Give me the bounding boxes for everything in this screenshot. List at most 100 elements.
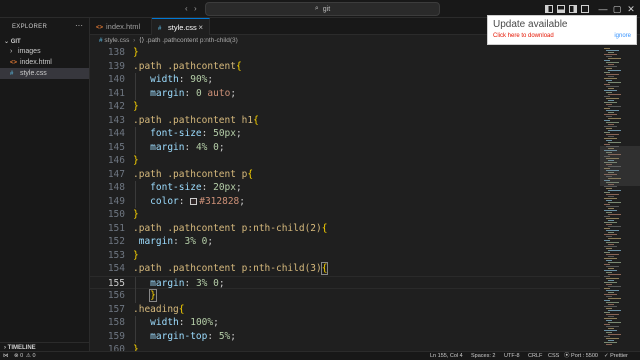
- code-line[interactable]: 157 .heading{: [90, 303, 600, 317]
- code-line[interactable]: 149 color: #312828;: [90, 194, 600, 209]
- code-token: 3% 0: [195, 277, 219, 289]
- code-line[interactable]: 145 margin: 4% 0;: [90, 140, 600, 155]
- command-center-search[interactable]: ⌕ git: [205, 2, 440, 16]
- encoding[interactable]: UTF-8: [504, 352, 520, 360]
- minimap-line: [608, 340, 614, 341]
- download-link[interactable]: Click here to download: [493, 33, 554, 39]
- maximize-icon[interactable]: ▢: [611, 2, 623, 16]
- line-number[interactable]: 152: [90, 235, 125, 249]
- line-number[interactable]: 146: [90, 154, 125, 168]
- minimap-line: [608, 82, 621, 83]
- toggle-sidebar-icon[interactable]: [545, 5, 553, 13]
- code-line[interactable]: 140 width: 90%;: [90, 73, 600, 87]
- minimap-line: [604, 84, 610, 85]
- toggle-secondary-sidebar-icon[interactable]: [569, 5, 577, 13]
- breadcrumb-symbol[interactable]: .path .pathcontent p:nth-child(3): [146, 37, 238, 44]
- minimize-icon[interactable]: —: [597, 2, 609, 16]
- line-number[interactable]: 149: [90, 195, 125, 209]
- tab-index-html[interactable]: <> index.html: [90, 18, 152, 35]
- line-number[interactable]: 159: [90, 330, 125, 344]
- code-line[interactable]: 154 .path .pathcontent p:nth-child(3){: [90, 262, 600, 276]
- customize-layout-icon[interactable]: [581, 5, 589, 13]
- code-line[interactable]: 152 margin: 3% 0;: [90, 235, 600, 249]
- forward-arrow-icon[interactable]: ›: [194, 4, 204, 14]
- line-number[interactable]: 154: [90, 262, 125, 276]
- code-line[interactable]: 156 }: [90, 289, 600, 303]
- minimap-line: [606, 260, 612, 261]
- code-line[interactable]: 150}: [90, 208, 600, 222]
- minimap-line: [608, 256, 614, 257]
- code-line[interactable]: 138}: [90, 46, 600, 60]
- code-line[interactable]: 155 margin: 3% 0;: [90, 275, 600, 291]
- code-line[interactable]: 139 .path .pathcontent{: [90, 60, 600, 74]
- line-number[interactable]: 144: [90, 127, 125, 141]
- minimap-line: [608, 190, 621, 191]
- code-line[interactable]: 142}: [90, 100, 600, 114]
- prettier-status[interactable]: ✓ Prettier: [604, 352, 628, 360]
- line-number[interactable]: 158: [90, 316, 125, 330]
- toggle-panel-icon[interactable]: [557, 5, 565, 13]
- line-number[interactable]: 140: [90, 73, 125, 87]
- code-line[interactable]: 144 font-size: 50px;: [90, 127, 600, 141]
- close-window-icon[interactable]: ✕: [625, 2, 637, 16]
- minimap[interactable]: [600, 46, 640, 351]
- line-number[interactable]: 147: [90, 168, 125, 182]
- code-text: width: 100%;: [133, 316, 219, 330]
- tree-item-style-css[interactable]: # style.css: [0, 68, 89, 79]
- end-of-line[interactable]: CRLF: [528, 352, 542, 360]
- code-line[interactable]: 160}: [90, 343, 600, 351]
- code-line[interactable]: 147 .path .pathcontent p{: [90, 168, 600, 182]
- code-token: 3% 0: [184, 236, 208, 247]
- workspace-folder-header[interactable]: ⌄ GIT: [4, 38, 21, 45]
- code-line[interactable]: 158 width: 100%;: [90, 316, 600, 330]
- minimap-line: [608, 304, 614, 305]
- line-number[interactable]: 138: [90, 46, 125, 60]
- minimap-slider[interactable]: [600, 146, 640, 186]
- tree-item-images[interactable]: › images: [0, 46, 89, 57]
- breadcrumb-file[interactable]: style.css: [104, 37, 129, 44]
- minimap-line: [608, 220, 614, 221]
- line-number[interactable]: 157: [90, 303, 125, 317]
- minimap-line: [604, 216, 610, 217]
- errors-count[interactable]: ⊗ 0: [14, 352, 23, 360]
- minimap-line: [606, 338, 619, 339]
- minimap-line: [606, 344, 612, 345]
- line-number[interactable]: 141: [90, 87, 125, 101]
- minimap-line: [604, 120, 610, 121]
- line-number[interactable]: 142: [90, 100, 125, 114]
- line-number[interactable]: 151: [90, 222, 125, 236]
- cursor-position[interactable]: Ln 155, Col 4: [430, 352, 463, 360]
- ignore-button[interactable]: ignore: [614, 33, 631, 39]
- close-tab-icon[interactable]: ×: [198, 19, 203, 36]
- line-number[interactable]: 153: [90, 249, 125, 263]
- code-line[interactable]: 148 font-size: 20px;: [90, 181, 600, 195]
- live-server-port[interactable]: ⦿ Port : 5500: [564, 352, 598, 360]
- line-number[interactable]: 148: [90, 181, 125, 195]
- code-line[interactable]: 153}: [90, 249, 600, 263]
- tree-item-index-html[interactable]: <> index.html: [0, 57, 89, 68]
- color-swatch[interactable]: [190, 197, 198, 205]
- more-actions-icon[interactable]: ···: [75, 21, 83, 30]
- minimap-line: [608, 100, 614, 101]
- minimap-line: [604, 240, 610, 241]
- line-number[interactable]: 150: [90, 208, 125, 222]
- line-number[interactable]: 160: [90, 343, 125, 351]
- code-editor[interactable]: 138} 139 .path .pathcontent{140 width: 90%…: [90, 46, 600, 351]
- code-line[interactable]: 143 .path .pathcontent h1{: [90, 114, 600, 128]
- line-number[interactable]: 156: [90, 289, 125, 303]
- code-text: }: [133, 343, 139, 351]
- warnings-count[interactable]: ⚠ 0: [26, 352, 36, 360]
- line-number[interactable]: 155: [90, 277, 125, 291]
- tab-style-css[interactable]: # style.css ×: [152, 18, 210, 35]
- line-number[interactable]: 139: [90, 60, 125, 74]
- code-line[interactable]: 159 margin-top: 5%;: [90, 329, 600, 344]
- code-line[interactable]: 141 margin: 0 auto;: [90, 86, 600, 101]
- minimap-line: [608, 280, 614, 281]
- line-number[interactable]: 143: [90, 114, 125, 128]
- remote-indicator-icon[interactable]: ⋈: [3, 352, 9, 360]
- code-line[interactable]: 151 .path .pathcontent p:nth-child(2){: [90, 222, 600, 236]
- code-line[interactable]: 146}: [90, 154, 600, 168]
- indentation[interactable]: Spaces: 2: [471, 352, 495, 360]
- language-mode[interactable]: CSS: [548, 352, 559, 360]
- line-number[interactable]: 145: [90, 141, 125, 155]
